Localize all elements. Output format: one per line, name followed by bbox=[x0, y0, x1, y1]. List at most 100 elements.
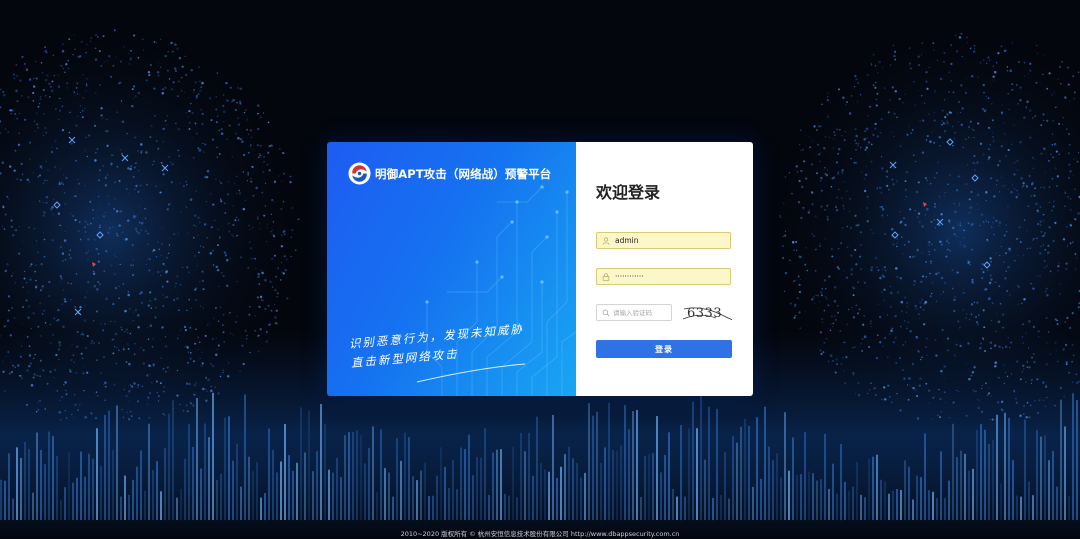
particle-dot bbox=[896, 180, 898, 182]
particle-dot bbox=[806, 269, 809, 272]
particle-dot bbox=[952, 226, 955, 230]
particle-dot bbox=[78, 182, 81, 185]
particle-dot bbox=[988, 392, 991, 395]
particle-dot bbox=[166, 280, 169, 283]
data-bar bbox=[804, 432, 806, 520]
particle-dot bbox=[989, 257, 992, 260]
particle-dot bbox=[71, 344, 73, 346]
login-button[interactable]: 登录 bbox=[596, 340, 732, 358]
particle-dot bbox=[1023, 219, 1026, 221]
particle-dot bbox=[140, 347, 142, 349]
particle-dot bbox=[935, 272, 938, 276]
particle-dot bbox=[956, 235, 958, 237]
particle-dot bbox=[210, 119, 213, 122]
particle-dot bbox=[192, 360, 196, 363]
particle-dot bbox=[229, 257, 231, 259]
particle-dot bbox=[147, 327, 149, 329]
particle-dot bbox=[255, 268, 257, 270]
particle-dot bbox=[123, 348, 125, 351]
data-bar bbox=[416, 480, 418, 520]
particle-dot bbox=[1021, 371, 1023, 373]
particle-dot bbox=[257, 275, 260, 279]
particle-dot bbox=[902, 102, 904, 104]
particle-dot bbox=[947, 219, 951, 222]
particle-dot bbox=[128, 62, 131, 65]
particle-dot bbox=[34, 270, 36, 273]
particle-dot bbox=[216, 268, 220, 272]
particle-dot bbox=[904, 198, 906, 200]
particle-dot bbox=[14, 282, 17, 284]
particle-dot bbox=[876, 187, 879, 190]
particle-dot bbox=[39, 334, 42, 338]
particle-dot bbox=[986, 238, 989, 241]
captcha-input[interactable] bbox=[613, 308, 669, 317]
particle-dot bbox=[10, 371, 13, 374]
particle-dot bbox=[953, 137, 956, 140]
login-card: 明御APT攻击（网络战）预警平台 识别恶意行为，发现未知威胁 直击新型网络攻击 … bbox=[327, 142, 753, 396]
particle-dot bbox=[99, 84, 101, 86]
data-bar bbox=[928, 490, 930, 520]
particle-dot bbox=[938, 135, 942, 139]
particle-dot bbox=[823, 341, 826, 344]
data-bar bbox=[412, 476, 414, 520]
particle-dot bbox=[21, 322, 23, 324]
particle-dot bbox=[21, 305, 25, 309]
particle-dot bbox=[26, 178, 30, 181]
particle-dot bbox=[850, 227, 852, 229]
particle-dot bbox=[102, 355, 106, 359]
particle-dot bbox=[28, 345, 31, 348]
particle-dot bbox=[178, 309, 180, 312]
particle-dot bbox=[1068, 143, 1071, 146]
particle-dot bbox=[69, 368, 71, 371]
particle-dot bbox=[44, 127, 47, 129]
particle-dot bbox=[239, 137, 242, 141]
data-bar bbox=[172, 400, 174, 520]
particle-dot bbox=[852, 374, 855, 376]
username-field[interactable]: admin bbox=[596, 232, 731, 249]
particle-dot bbox=[916, 216, 919, 218]
particle-dot bbox=[283, 255, 286, 258]
particle-dot bbox=[1065, 363, 1068, 366]
particle-dot bbox=[192, 236, 195, 239]
particle-dot bbox=[119, 210, 122, 213]
particle-dot bbox=[138, 292, 142, 296]
particle-dot bbox=[1037, 412, 1039, 414]
particle-dot bbox=[985, 220, 988, 222]
captcha-image[interactable]: 6333 bbox=[682, 303, 732, 325]
particle-dot bbox=[81, 357, 84, 360]
particle-dot bbox=[199, 357, 201, 360]
particle-dot bbox=[13, 77, 16, 80]
data-bar bbox=[20, 458, 22, 520]
particle-dot bbox=[1069, 100, 1071, 102]
particle-dot bbox=[25, 68, 29, 71]
particle-dot bbox=[180, 76, 183, 79]
particle-dot bbox=[1043, 399, 1045, 402]
particle-dot bbox=[799, 255, 802, 259]
particle-dot bbox=[1064, 192, 1067, 194]
particle-dot bbox=[169, 203, 171, 205]
particle-dot bbox=[130, 415, 133, 418]
data-bar bbox=[888, 493, 890, 520]
captcha-field[interactable] bbox=[596, 304, 672, 321]
particle-dot bbox=[59, 246, 62, 248]
data-bar bbox=[40, 450, 42, 520]
particle-dot bbox=[841, 172, 844, 174]
password-field[interactable]: ············ bbox=[596, 268, 731, 285]
particle-dot bbox=[937, 414, 939, 417]
particle-dot bbox=[1052, 120, 1054, 122]
particle-dot bbox=[49, 96, 51, 98]
particle-dot bbox=[911, 363, 914, 366]
particle-dot bbox=[134, 342, 136, 345]
particle-dot bbox=[952, 144, 954, 147]
data-bar bbox=[692, 401, 694, 520]
particle-dot bbox=[835, 209, 839, 212]
particle-dot bbox=[991, 418, 994, 421]
particle-dot bbox=[259, 154, 262, 157]
particle-dot bbox=[974, 169, 976, 172]
particle-dot bbox=[968, 319, 971, 321]
particle-dot bbox=[884, 269, 887, 272]
particle-dot bbox=[1038, 336, 1040, 338]
particle-dot bbox=[865, 146, 868, 149]
particle-dot bbox=[879, 341, 882, 344]
particle-dot bbox=[176, 337, 179, 340]
